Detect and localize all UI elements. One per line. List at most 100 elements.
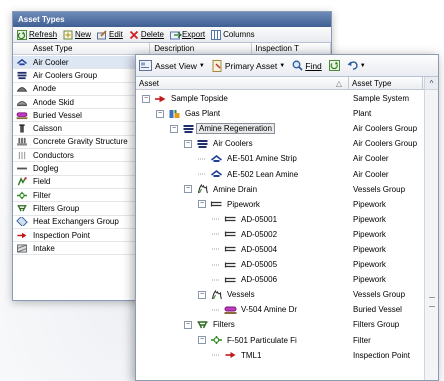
- primary-asset-icon: [212, 59, 223, 72]
- plant-icon: [168, 109, 181, 119]
- asset-type-label: Conductors: [33, 150, 74, 160]
- asset-view-button[interactable]: Asset View ▼: [139, 59, 205, 72]
- find-button[interactable]: Find: [292, 60, 322, 71]
- tree-node[interactable]: AE-501 Amine Strip Air Cooler: [136, 151, 424, 166]
- tree-node-type: Filter: [353, 335, 371, 345]
- export-icon: [169, 30, 182, 40]
- tree-node-label: V-504 Amine Dr: [241, 305, 298, 315]
- tree-node-type: Pipework: [353, 229, 386, 239]
- tree-node-label: Gas Plant: [185, 109, 221, 119]
- tree-node-label: Pipework: [227, 199, 260, 209]
- tree-node[interactable]: − Sample Topside Sample System: [136, 91, 424, 106]
- tree-node-label: AD-05001: [241, 214, 278, 224]
- collapse-toggle-icon[interactable]: −: [184, 185, 192, 194]
- pipework-icon: [224, 260, 237, 270]
- tree-node-label: TML1: [241, 350, 262, 360]
- vessels-group-icon: [210, 289, 223, 300]
- tree-node-type: Filters Group: [353, 320, 400, 330]
- export-button[interactable]: Export: [169, 30, 205, 40]
- conductors-icon: [16, 151, 28, 160]
- tree-node-type: Vessels Group: [353, 290, 406, 300]
- collapse-toggle-icon[interactable]: −: [198, 200, 206, 209]
- column-asset[interactable]: Asset △: [136, 77, 349, 89]
- collapse-toggle-icon[interactable]: −: [170, 124, 178, 133]
- concrete-gravity-icon: [16, 137, 28, 146]
- asset-type-label: Heat Exchangers Group: [33, 217, 119, 227]
- buried-vessel-icon: [224, 305, 237, 315]
- refresh-button[interactable]: Refresh: [17, 29, 57, 40]
- edit-button[interactable]: Edit: [97, 29, 123, 40]
- scroll-up-arrow-icon[interactable]: ^: [425, 77, 438, 90]
- tree-connector: [212, 276, 220, 284]
- collapse-toggle-icon[interactable]: −: [184, 139, 192, 148]
- new-button[interactable]: New: [63, 30, 91, 40]
- tree-node[interactable]: AD-05005 Pipework: [136, 257, 424, 272]
- sort-asc-icon: △: [335, 79, 342, 88]
- tree-node-type: Pipework: [353, 244, 386, 254]
- tree-node-type: Air Cooler: [353, 154, 389, 164]
- scroll-grip[interactable]: [429, 297, 435, 307]
- columns-icon: [211, 29, 222, 40]
- tree-connector: [212, 351, 220, 359]
- chevron-down-icon: ▼: [198, 62, 205, 69]
- heat-exchangers-icon: [16, 217, 28, 227]
- collapse-toggle-icon[interactable]: −: [156, 109, 164, 118]
- tree-node[interactable]: − Air Coolers Air Coolers Group: [136, 136, 424, 151]
- intake-icon: [16, 244, 28, 253]
- delete-button[interactable]: Delete: [129, 30, 164, 40]
- tree-node[interactable]: AD-05004 Pipework: [136, 242, 424, 257]
- asset-type-label: Concrete Gravity Structure: [33, 137, 128, 147]
- asset-type-label: Anode Skid: [33, 97, 74, 107]
- asset-types-title: Asset Types: [13, 12, 331, 27]
- air-coolers-group-icon: [16, 71, 28, 80]
- refresh-icon: [328, 60, 340, 71]
- asset-type-label: Dogleg: [33, 164, 59, 174]
- tree-connector: [212, 306, 220, 314]
- collapse-toggle-icon[interactable]: −: [142, 94, 150, 103]
- collapse-toggle-icon[interactable]: −: [198, 336, 206, 345]
- collapse-toggle-icon[interactable]: −: [184, 320, 192, 329]
- asset-type-label: Air Cooler: [33, 57, 69, 67]
- tree-connector: [198, 155, 206, 163]
- undo-button[interactable]: ▼: [347, 60, 366, 71]
- tree-node-label: AD-05005: [241, 260, 278, 270]
- tree-node[interactable]: AD-05006 Pipework: [136, 272, 424, 287]
- column-asset-type[interactable]: Asset Type: [349, 77, 423, 89]
- tree-node[interactable]: − Amine Regeneration Air Coolers Group: [136, 121, 424, 136]
- columns-button[interactable]: Columns: [211, 29, 255, 40]
- buried-vessel-icon: [16, 111, 28, 120]
- tree-node[interactable]: − Filters Filters Group: [136, 317, 424, 332]
- tree-node[interactable]: − Amine Drain Vessels Group: [136, 182, 424, 197]
- tree-node-type: Buried Vessel: [353, 305, 402, 315]
- asset-view-icon: [139, 59, 153, 72]
- primary-asset-button[interactable]: Primary Asset ▼: [212, 59, 285, 72]
- tree-node-type: Plant: [353, 109, 372, 119]
- tree-node[interactable]: AD-05002 Pipework: [136, 227, 424, 242]
- column-description[interactable]: Description: [150, 43, 252, 54]
- caisson-icon: [16, 124, 28, 133]
- pipework-icon: [224, 229, 237, 239]
- anode-icon: [16, 84, 28, 93]
- tree-node[interactable]: − Pipework Pipework: [136, 197, 424, 212]
- refresh-tree-button[interactable]: [328, 60, 340, 71]
- vessels-group-icon: [196, 184, 209, 194]
- column-asset-type[interactable]: Asset Type: [13, 43, 151, 54]
- tree-node-label: Amine Regeneration: [196, 123, 275, 135]
- tree-connector: [198, 170, 206, 178]
- tree-node[interactable]: − Gas Plant Plant: [136, 106, 424, 121]
- tree-node[interactable]: − Vessels Vessels Group: [136, 287, 424, 302]
- tree-connector: [212, 215, 220, 223]
- vertical-scrollbar[interactable]: ^: [424, 77, 438, 380]
- tree-connector: [212, 261, 220, 269]
- tree-node[interactable]: TML1 Inspection Point: [136, 348, 424, 363]
- column-inspection[interactable]: Inspection T: [252, 43, 331, 54]
- tree-node-label: Air Coolers: [213, 139, 253, 149]
- collapse-toggle-icon[interactable]: −: [198, 290, 206, 299]
- tree-node[interactable]: − F-501 Particulate Fi Filter: [136, 333, 424, 348]
- tree-node[interactable]: V-504 Amine Dr Buried Vessel: [136, 302, 424, 317]
- pipework-icon: [210, 199, 223, 209]
- dogleg-icon: [16, 164, 28, 173]
- tree-node[interactable]: AD-05001 Pipework: [136, 212, 424, 227]
- asset-type-label: Inspection Point: [33, 230, 90, 240]
- tree-node[interactable]: AE-502 Lean Amine Air Cooler: [136, 166, 424, 181]
